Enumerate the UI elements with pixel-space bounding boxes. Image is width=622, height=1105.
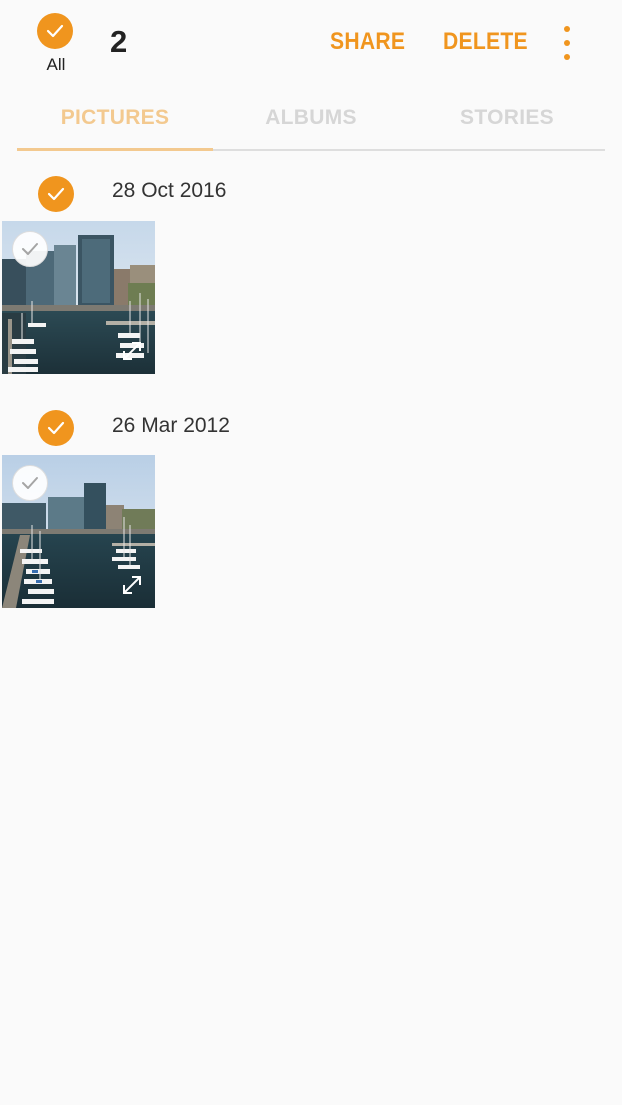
- select-all-label: All: [46, 55, 66, 74]
- check-icon: [47, 187, 65, 201]
- item-select-checkbox[interactable]: [12, 465, 48, 501]
- photo-thumbnail[interactable]: [2, 455, 155, 608]
- selection-toolbar: All 2 SHARE DELETE: [0, 0, 622, 90]
- tab-bar: PICTURES ALBUMS STORIES: [17, 100, 605, 152]
- selected-count: 2: [110, 24, 128, 59]
- more-vertical-icon[interactable]: [556, 26, 578, 60]
- tab-albums[interactable]: ALBUMS: [213, 106, 409, 130]
- item-select-checkbox[interactable]: [12, 231, 48, 267]
- expand-icon[interactable]: [121, 340, 143, 362]
- delete-button[interactable]: DELETE: [443, 28, 528, 56]
- share-button[interactable]: SHARE: [330, 28, 405, 56]
- tab-stories[interactable]: STORIES: [409, 106, 605, 130]
- check-icon: [46, 24, 64, 38]
- check-icon: [22, 243, 38, 255]
- tab-pictures[interactable]: PICTURES: [17, 106, 213, 130]
- select-all-checkbox[interactable]: [37, 13, 73, 49]
- group-select-checkbox[interactable]: [38, 176, 74, 212]
- tab-active-indicator: [17, 148, 213, 151]
- photo-thumbnail[interactable]: [2, 221, 155, 374]
- group-select-checkbox[interactable]: [38, 410, 74, 446]
- group-date: 28 Oct 2016: [112, 179, 227, 202]
- check-icon: [47, 421, 65, 435]
- group-date: 26 Mar 2012: [112, 414, 230, 437]
- expand-icon[interactable]: [121, 574, 143, 596]
- check-icon: [22, 477, 38, 489]
